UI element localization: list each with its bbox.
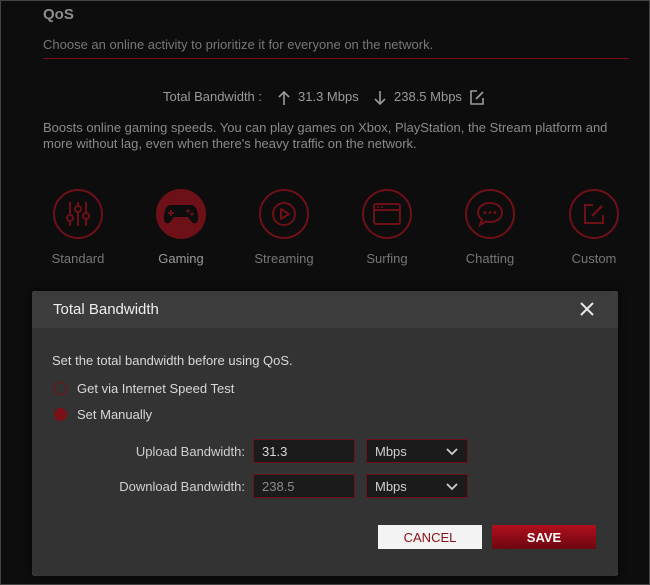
- sliders-icon: [66, 202, 90, 226]
- download-bandwidth-value: 238.5 Mbps: [394, 89, 462, 104]
- play-icon: [272, 202, 296, 226]
- download-bandwidth-label: Download Bandwidth:: [119, 479, 245, 494]
- dialog-header: Total Bandwidth: [32, 291, 618, 328]
- download-bandwidth-input[interactable]: [253, 474, 355, 498]
- mode-chatting-circle: [465, 189, 515, 239]
- mode-label: Streaming: [254, 251, 314, 266]
- radio-checked[interactable]: [54, 408, 67, 421]
- total-bandwidth-label: Total Bandwidth :: [163, 89, 263, 104]
- mode-gaming-circle: [156, 189, 206, 239]
- cancel-button[interactable]: CANCEL: [378, 525, 482, 549]
- mode-streaming[interactable]: Streaming: [239, 189, 329, 266]
- gamepad-icon: [164, 205, 198, 224]
- save-button[interactable]: SAVE: [492, 525, 596, 549]
- option-manual[interactable]: Set Manually: [54, 407, 152, 422]
- upload-bandwidth-input[interactable]: [253, 439, 355, 463]
- page-title: QoS: [43, 6, 74, 23]
- browser-icon: [373, 203, 401, 225]
- chat-icon: [476, 201, 504, 228]
- upload-unit-select[interactable]: Mbps: [366, 439, 468, 463]
- total-bandwidth-row: Total Bandwidth : 31.3 Mbps 238.5 Mbps: [1, 89, 650, 107]
- radio-unchecked[interactable]: [54, 382, 67, 395]
- dialog-hint: Set the total bandwidth before using QoS…: [52, 353, 293, 368]
- edit-bandwidth-icon[interactable]: [468, 89, 486, 107]
- mode-label: Custom: [571, 251, 617, 266]
- mode-label: Chatting: [465, 251, 515, 266]
- mode-standard-circle: [53, 189, 103, 239]
- arrow-up-icon: [278, 90, 290, 105]
- mode-label: Standard: [51, 251, 105, 266]
- mode-standard[interactable]: Standard: [33, 189, 123, 266]
- option-speed-test-label: Get via Internet Speed Test: [77, 381, 235, 396]
- upload-unit-value: Mbps: [375, 444, 407, 459]
- total-bandwidth-dialog: Total Bandwidth Set the total bandwidth …: [32, 291, 618, 576]
- close-icon[interactable]: [578, 300, 596, 318]
- mode-gaming[interactable]: Gaming: [136, 189, 226, 266]
- mode-surfing[interactable]: Surfing: [342, 189, 432, 266]
- mode-chatting[interactable]: Chatting: [445, 189, 535, 266]
- edit-icon: [584, 204, 604, 224]
- mode-surfing-circle: [362, 189, 412, 239]
- mode-custom-circle: [569, 189, 619, 239]
- arrow-down-icon: [374, 91, 386, 106]
- upload-bandwidth-label: Upload Bandwidth:: [135, 444, 245, 459]
- page-subtitle: Choose an online activity to prioritize …: [43, 37, 434, 52]
- chevron-down-icon: [446, 483, 458, 491]
- dialog-title: Total Bandwidth: [53, 301, 159, 318]
- title-divider: [43, 58, 629, 59]
- download-unit-select[interactable]: Mbps: [366, 474, 468, 498]
- mode-streaming-circle: [259, 189, 309, 239]
- mode-label: Gaming: [158, 251, 204, 266]
- mode-description: Boosts online gaming speeds. You can pla…: [43, 120, 608, 151]
- mode-label: Surfing: [366, 251, 408, 266]
- mode-custom[interactable]: Custom: [549, 189, 639, 266]
- download-unit-value: Mbps: [375, 479, 407, 494]
- dialog-body: Set the total bandwidth before using QoS…: [32, 328, 618, 576]
- upload-bandwidth-value: 31.3 Mbps: [298, 89, 359, 104]
- option-speed-test[interactable]: Get via Internet Speed Test: [54, 381, 234, 396]
- option-manual-label: Set Manually: [77, 407, 153, 422]
- chevron-down-icon: [446, 448, 458, 456]
